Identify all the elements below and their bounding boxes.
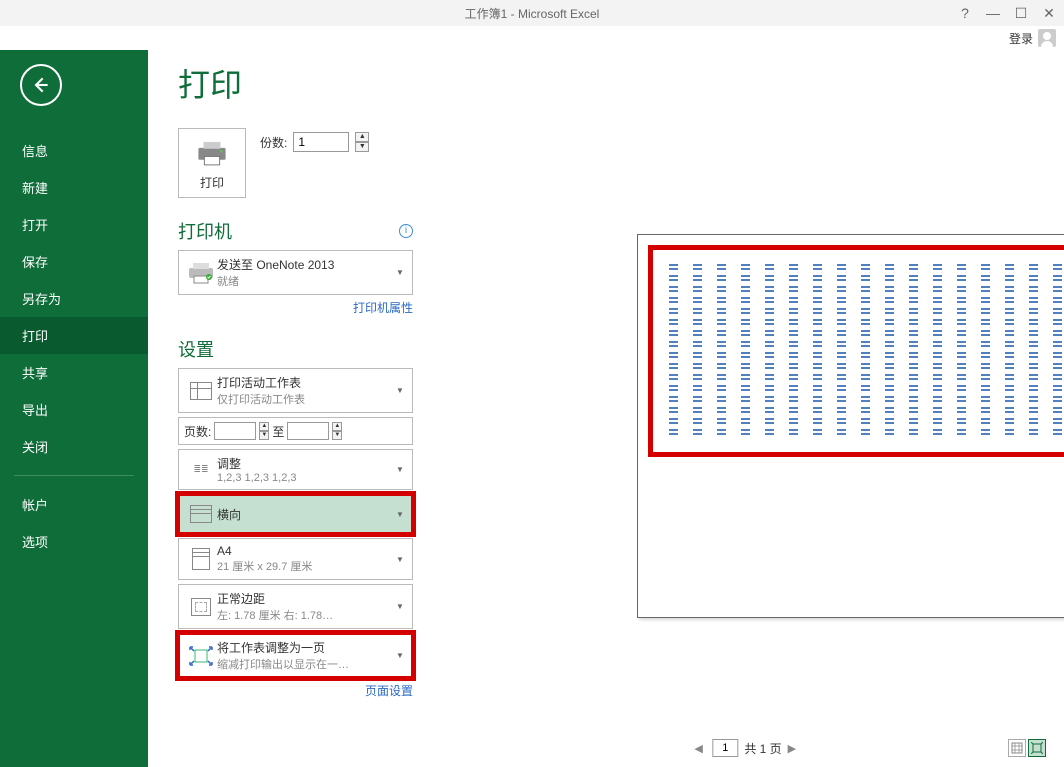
restore-button[interactable]: ☐: [1014, 6, 1028, 20]
page-total-label: 共 1 页: [744, 740, 781, 757]
page-icon: [192, 548, 210, 570]
sidebar-item-open[interactable]: 打开: [0, 206, 148, 243]
print-what-title: 打印活动工作表: [217, 374, 394, 391]
sidebar-divider: [14, 475, 134, 476]
chevron-down-icon: ▼: [394, 268, 406, 277]
printer-status: 就绪: [217, 273, 394, 289]
printer-info-icon[interactable]: i: [399, 224, 413, 238]
zoom-to-page-button[interactable]: [1028, 739, 1046, 757]
sidebar-item-close[interactable]: 关闭: [0, 428, 148, 465]
prev-page-button[interactable]: ◀: [694, 742, 706, 755]
printer-dropdown[interactable]: 发送至 OneNote 2013 就绪 ▼: [178, 250, 413, 295]
sidebar-item-new[interactable]: 新建: [0, 169, 148, 206]
title-bar: 工作簿1 - Microsoft Excel ? — ☐ ✕: [0, 0, 1064, 26]
preview-highlighted-region: [648, 245, 1064, 457]
back-button[interactable]: [20, 64, 62, 106]
page-to-down[interactable]: ▼: [332, 431, 342, 440]
current-page-input[interactable]: [712, 739, 738, 757]
collate-sub: 1,2,3 1,2,3 1,2,3: [217, 472, 394, 484]
sidebar-item-print[interactable]: 打印: [0, 317, 148, 354]
copies-input[interactable]: [293, 132, 349, 152]
printer-name: 发送至 OneNote 2013: [217, 256, 394, 273]
margins-icon: [191, 598, 211, 616]
avatar-icon[interactable]: [1038, 29, 1056, 47]
chevron-down-icon: ▼: [394, 651, 406, 660]
settings-section-title: 设置: [178, 336, 214, 362]
scaling-dropdown[interactable]: 将工作表调整为一页 缩减打印输出以显示在一… ▼: [178, 633, 413, 678]
print-button-label: 打印: [195, 174, 229, 191]
print-what-sub: 仅打印活动工作表: [217, 391, 394, 407]
scaling-sub: 缩减打印输出以显示在一…: [217, 656, 394, 672]
sidebar-item-save[interactable]: 保存: [0, 243, 148, 280]
pages-label: 页数:: [184, 423, 211, 440]
close-button[interactable]: ✕: [1042, 6, 1056, 20]
backstage-sidebar: 信息 新建 打开 保存 另存为 打印 共享 导出 关闭 帐户 选项: [0, 50, 148, 767]
page-range-row: 页数: ▲▼ 至 ▲▼: [178, 417, 413, 445]
collate-title: 调整: [217, 455, 394, 472]
printer-section-title: 打印机: [178, 218, 232, 244]
sidebar-item-info[interactable]: 信息: [0, 132, 148, 169]
margins-sub: 左: 1.78 厘米 右: 1.78…: [217, 607, 394, 623]
page-from-down[interactable]: ▼: [259, 431, 269, 440]
chevron-down-icon: ▼: [394, 386, 406, 395]
orientation-title: 横向: [217, 506, 394, 523]
sidebar-item-export[interactable]: 导出: [0, 391, 148, 428]
collate-dropdown[interactable]: ≣≣ 调整 1,2,3 1,2,3 1,2,3 ▼: [178, 449, 413, 490]
chevron-down-icon: ▼: [394, 465, 406, 474]
window-title: 工作簿1 - Microsoft Excel: [465, 5, 600, 22]
print-preview: [443, 50, 1046, 727]
page-from-input[interactable]: [214, 422, 256, 440]
fit-to-page-icon: [189, 646, 213, 666]
copies-spin-down[interactable]: ▼: [355, 142, 369, 152]
next-page-button[interactable]: ▶: [788, 742, 800, 755]
minimize-button[interactable]: —: [986, 6, 1000, 20]
sidebar-item-account[interactable]: 帐户: [0, 486, 148, 523]
orientation-dropdown[interactable]: 横向 ▼: [178, 494, 413, 534]
copies-spin-up[interactable]: ▲: [355, 132, 369, 142]
back-arrow-icon: [31, 75, 51, 95]
printer-properties-link[interactable]: 打印机属性: [353, 301, 413, 315]
page-setup-link[interactable]: 页面设置: [365, 684, 413, 698]
printer-icon: [195, 139, 229, 167]
sidebar-item-options[interactable]: 选项: [0, 523, 148, 560]
chevron-down-icon: ▼: [394, 510, 406, 519]
pages-to-label: 至: [272, 423, 284, 440]
orientation-icon: [190, 505, 212, 523]
print-what-dropdown[interactable]: 打印活动工作表 仅打印活动工作表 ▼: [178, 368, 413, 413]
margins-dropdown[interactable]: 正常边距 左: 1.78 厘米 右: 1.78… ▼: [178, 584, 413, 629]
page-title: 打印: [178, 60, 413, 106]
page-to-input[interactable]: [287, 422, 329, 440]
sidebar-item-share[interactable]: 共享: [0, 354, 148, 391]
collate-icon: ≣≣: [193, 465, 208, 474]
chevron-down-icon: ▼: [394, 555, 406, 564]
margins-title: 正常边距: [217, 590, 394, 607]
scaling-title: 将工作表调整为一页: [217, 639, 394, 656]
chevron-down-icon: ▼: [394, 602, 406, 611]
sidebar-item-saveas[interactable]: 另存为: [0, 280, 148, 317]
copies-label: 份数:: [260, 134, 287, 151]
print-button[interactable]: 打印: [178, 128, 246, 198]
paper-sub: 21 厘米 x 29.7 厘米: [217, 558, 394, 574]
page-from-up[interactable]: ▲: [259, 422, 269, 431]
paper-title: A4: [217, 544, 394, 558]
printer-device-icon: [185, 262, 217, 284]
show-margins-button[interactable]: [1008, 739, 1026, 757]
login-link[interactable]: 登录: [1009, 30, 1033, 47]
help-button[interactable]: ?: [958, 6, 972, 20]
login-bar: 登录: [0, 26, 1064, 50]
paper-size-dropdown[interactable]: A4 21 厘米 x 29.7 厘米 ▼: [178, 538, 413, 580]
page-to-up[interactable]: ▲: [332, 422, 342, 431]
preview-page: [637, 234, 1064, 618]
worksheet-icon: [190, 382, 212, 400]
